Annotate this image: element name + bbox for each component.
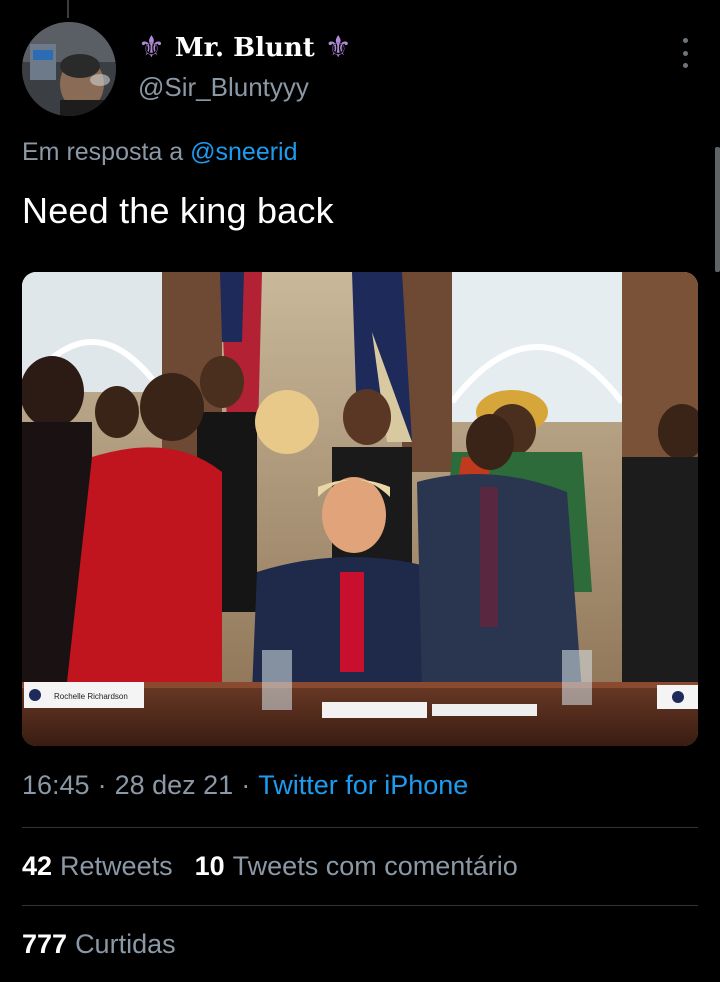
thread-connector-line bbox=[67, 0, 69, 18]
avatar[interactable] bbox=[22, 22, 116, 116]
author-names: ⚜ Mr. Blunt ⚜ @Sir_Bluntyyy bbox=[138, 30, 352, 103]
retweets-count[interactable]: 42 bbox=[22, 851, 52, 882]
display-name-text: Mr. Blunt bbox=[174, 33, 315, 63]
tweet-text: Need the king back bbox=[22, 190, 334, 231]
likes-label[interactable]: Curtidas bbox=[75, 929, 176, 960]
placard-left-text: Rochelle Richardson bbox=[54, 692, 128, 701]
author-display-name[interactable]: ⚜ Mr. Blunt ⚜ bbox=[138, 30, 352, 66]
engagement-stats: 42 Retweets 10 Tweets com comentário bbox=[22, 851, 540, 882]
tweet-date: 28 dez 21 bbox=[114, 770, 234, 800]
likes-count[interactable]: 777 bbox=[22, 929, 67, 960]
scrollbar[interactable] bbox=[715, 147, 720, 272]
fleur-de-lis-icon: ⚜ bbox=[324, 30, 352, 65]
quotes-count[interactable]: 10 bbox=[195, 851, 225, 882]
tweet-meta: 16:45 · 28 dez 21 · Twitter for iPhone bbox=[22, 770, 468, 801]
retweets-label[interactable]: Retweets bbox=[60, 851, 173, 882]
tweet-photo[interactable]: Rochelle Richardson bbox=[22, 272, 698, 746]
reply-mention-link[interactable]: @sneerid bbox=[190, 138, 297, 166]
avatar-image bbox=[22, 22, 116, 116]
reply-context: Em resposta a @sneerid bbox=[22, 138, 298, 167]
divider bbox=[22, 827, 698, 828]
reply-prefix: Em resposta a bbox=[22, 138, 184, 166]
likes-stats: 777 Curtidas bbox=[22, 929, 198, 960]
meta-separator: · bbox=[241, 770, 251, 800]
fleur-de-lis-icon: ⚜ bbox=[138, 30, 165, 65]
author-handle[interactable]: @Sir_Bluntyyy bbox=[138, 72, 352, 103]
divider bbox=[22, 905, 698, 906]
tweet-source-link[interactable]: Twitter for iPhone bbox=[258, 770, 468, 801]
tweet-header: ⚜ Mr. Blunt ⚜ @Sir_Bluntyyy bbox=[22, 22, 698, 118]
quotes-label[interactable]: Tweets com comentário bbox=[233, 851, 518, 882]
tweet-time: 16:45 bbox=[22, 770, 90, 800]
photo-illustration: Rochelle Richardson bbox=[22, 272, 698, 746]
meta-separator: · bbox=[97, 770, 107, 800]
more-vertical-icon[interactable] bbox=[678, 38, 692, 68]
